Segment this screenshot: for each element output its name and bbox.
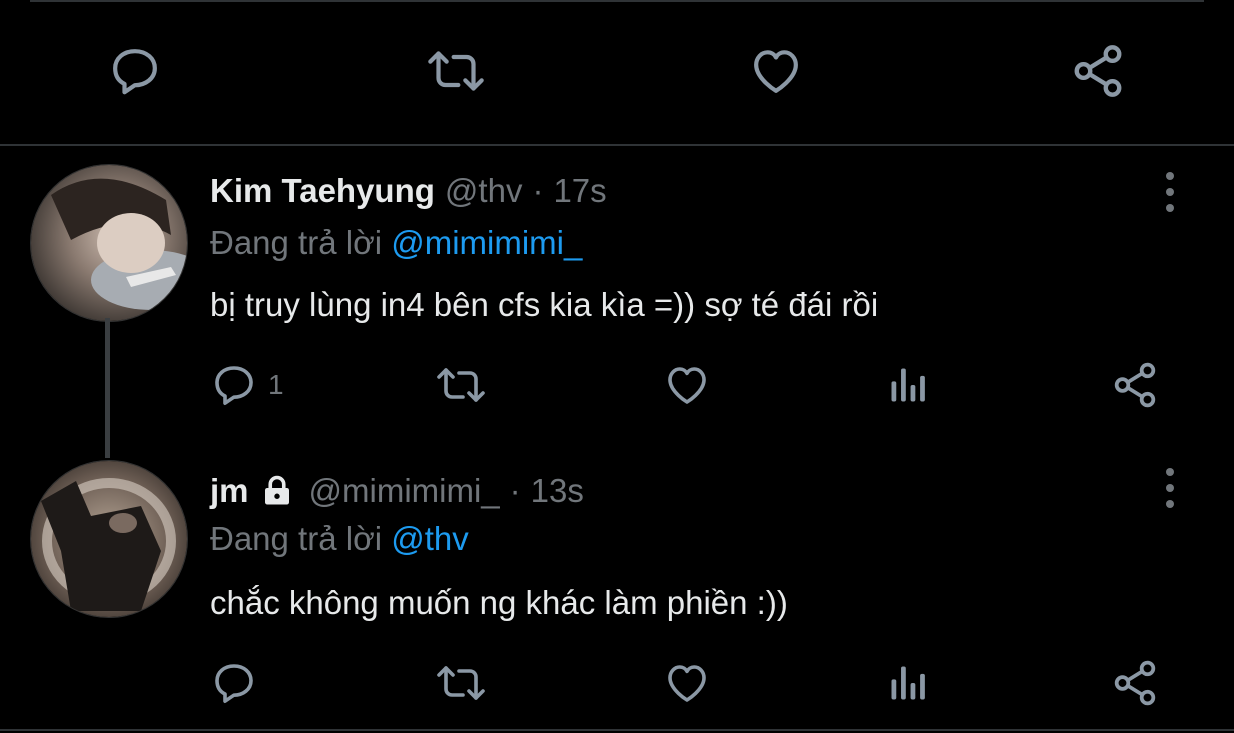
retweet-icon bbox=[425, 43, 487, 99]
analytics-icon bbox=[886, 661, 930, 705]
like-button[interactable] bbox=[662, 658, 712, 708]
reply-button[interactable] bbox=[210, 658, 268, 708]
display-name[interactable]: Kim Taehyung bbox=[210, 172, 435, 210]
share-button[interactable] bbox=[1110, 360, 1160, 410]
reply-button[interactable] bbox=[103, 36, 167, 106]
separator: · bbox=[509, 472, 521, 509]
user-handle[interactable]: @mimimimi_ bbox=[309, 472, 500, 510]
replying-to: Đang trả lời @mimimimi_ bbox=[210, 224, 582, 262]
share-icon bbox=[1069, 42, 1127, 100]
tweet-header: Kim Taehyung @thv · 17s bbox=[210, 172, 607, 210]
replying-to-label: Đang trả lời bbox=[210, 224, 383, 261]
bottom-divider bbox=[0, 729, 1234, 731]
more-options-button[interactable] bbox=[1160, 468, 1180, 508]
reply-button[interactable]: 1 bbox=[210, 360, 284, 410]
analytics-icon bbox=[886, 363, 930, 407]
share-button[interactable] bbox=[1066, 36, 1130, 106]
reply-count: 1 bbox=[268, 369, 284, 400]
lock-icon bbox=[259, 473, 295, 509]
avatar[interactable] bbox=[30, 164, 188, 322]
retweet-button[interactable] bbox=[434, 360, 488, 410]
avatar[interactable] bbox=[30, 460, 188, 618]
top-divider bbox=[30, 0, 1204, 2]
retweet-button[interactable] bbox=[424, 36, 488, 106]
tweet-action-bar bbox=[210, 658, 1170, 708]
more-options-button[interactable] bbox=[1160, 172, 1180, 212]
timestamp[interactable]: 17s bbox=[553, 172, 606, 210]
share-icon bbox=[1110, 658, 1160, 708]
section-divider bbox=[0, 144, 1234, 146]
like-button[interactable] bbox=[662, 360, 712, 410]
main-tweet-action-bar bbox=[0, 36, 1234, 106]
analytics-button[interactable] bbox=[886, 360, 930, 410]
display-name[interactable]: jm bbox=[210, 472, 249, 510]
mention-link[interactable]: @thv bbox=[391, 520, 469, 557]
mention-link[interactable]: @mimimimi_ bbox=[391, 224, 582, 261]
share-icon bbox=[1110, 360, 1160, 410]
separator: · bbox=[532, 172, 544, 209]
more-icon bbox=[1166, 468, 1174, 476]
tweet-text: bị truy lùng in4 bên cfs kia kìa =)) sợ … bbox=[210, 286, 879, 323]
timestamp[interactable]: 13s bbox=[531, 472, 584, 510]
like-icon bbox=[747, 43, 805, 99]
retweet-icon bbox=[434, 361, 488, 409]
tweet-header: jm @mimimimi_ · 13s bbox=[210, 472, 584, 510]
reply-icon bbox=[210, 659, 258, 707]
user-handle[interactable]: @thv bbox=[445, 172, 523, 210]
reply-icon bbox=[107, 43, 163, 99]
like-button[interactable] bbox=[744, 36, 808, 106]
reply-icon bbox=[210, 361, 258, 409]
like-icon bbox=[662, 659, 712, 707]
like-icon bbox=[662, 361, 712, 409]
more-icon bbox=[1166, 172, 1174, 180]
analytics-button[interactable] bbox=[886, 658, 930, 708]
thread-connector-line bbox=[105, 318, 110, 458]
tweet-text: chắc không muốn ng khác làm phiền :)) bbox=[210, 584, 788, 621]
tweet-action-bar: 1 bbox=[210, 360, 1170, 410]
replying-to-label: Đang trả lời bbox=[210, 520, 383, 557]
retweet-button[interactable] bbox=[434, 658, 488, 708]
share-button[interactable] bbox=[1110, 658, 1160, 708]
replying-to: Đang trả lời @thv bbox=[210, 520, 469, 558]
retweet-icon bbox=[434, 659, 488, 707]
